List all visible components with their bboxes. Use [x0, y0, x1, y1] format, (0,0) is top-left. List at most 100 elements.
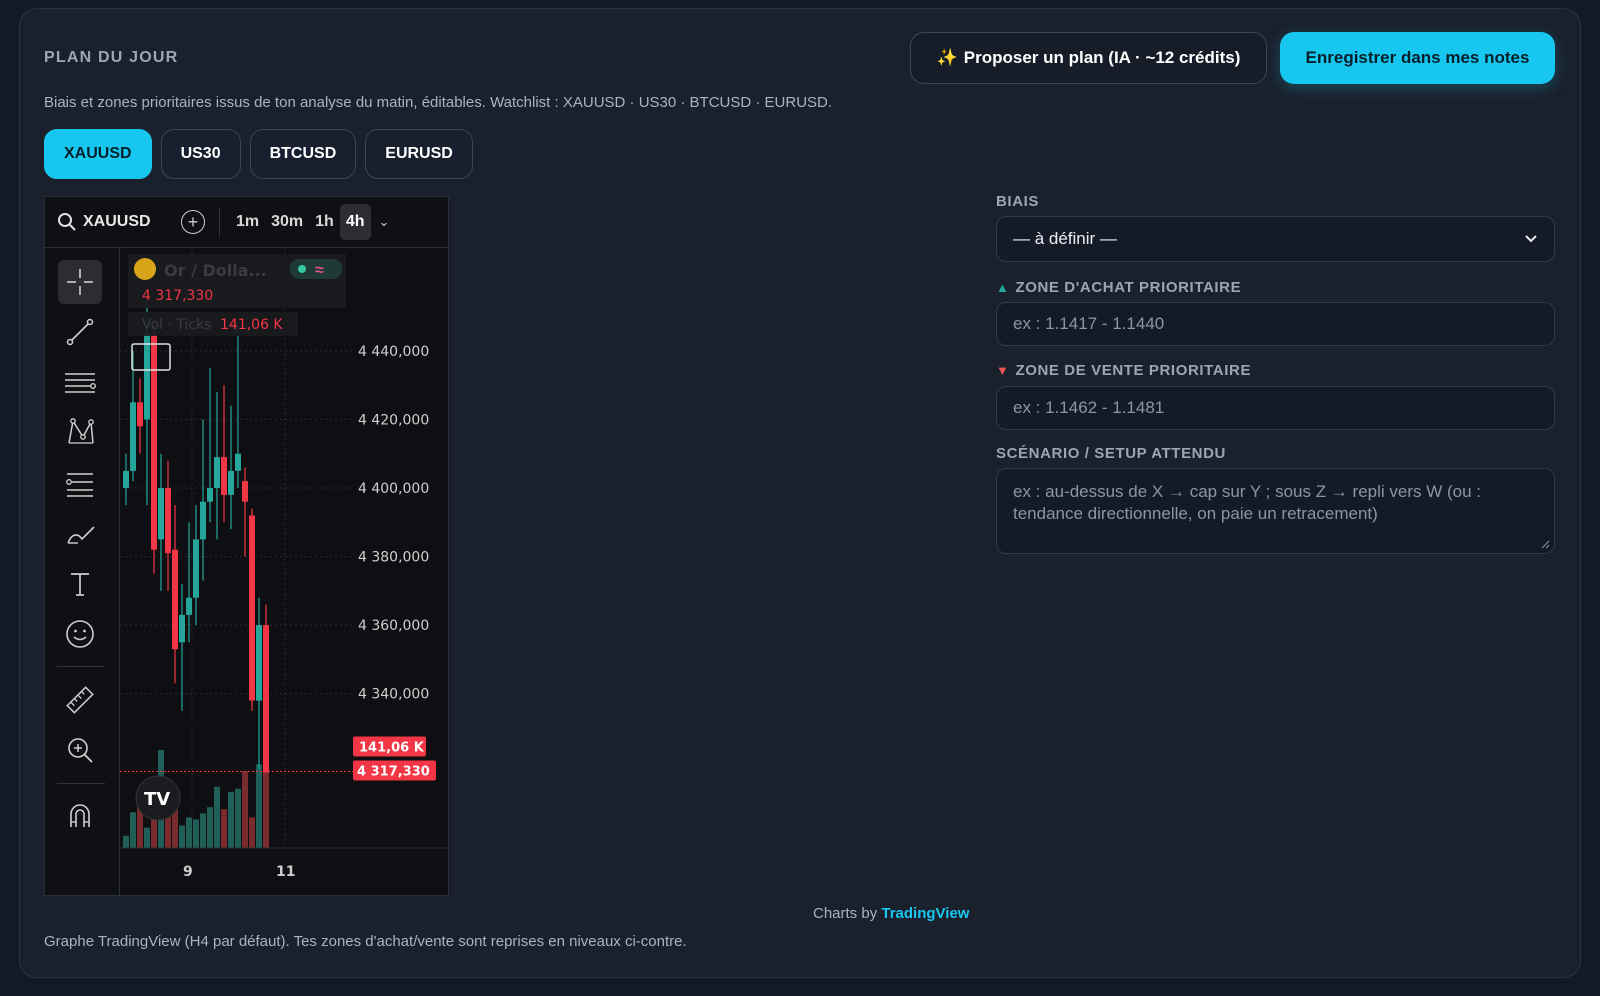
- candle-body: [165, 488, 171, 554]
- price-chart[interactable]: 4 440,000 4 420,000 4 400,000 4 380,000 4 36…: [120, 248, 449, 896]
- triangle-up-icon: ▲: [996, 280, 1010, 295]
- toolbar-divider: [57, 783, 105, 784]
- candle-body: [249, 515, 255, 701]
- drawing-toolbar: [45, 248, 120, 895]
- buy-zone-label-text: ZONE D'ACHAT PRIORITAIRE: [1015, 279, 1242, 296]
- tab-us30[interactable]: US30: [160, 129, 241, 179]
- candle-body: [263, 625, 269, 773]
- horizontal-lines-icon[interactable]: [58, 360, 102, 404]
- sell-zone-input[interactable]: ex : 1.1462 - 1.1481: [996, 386, 1555, 430]
- volume-bar: [228, 791, 234, 848]
- tab-eurusd[interactable]: EURUSD: [365, 129, 473, 179]
- y-tick-label: 4 340,000: [358, 687, 429, 703]
- volume-bar: [130, 812, 136, 848]
- toolbar-divider: [57, 666, 105, 667]
- buy-zone-input[interactable]: ex : 1.1417 - 1.1440: [996, 302, 1555, 346]
- wave-icon: ≈: [315, 262, 324, 279]
- scenario-textarea[interactable]: ex : au-dessus de X → cap sur Y ; sous Z…: [996, 468, 1555, 554]
- candle-body: [172, 549, 178, 650]
- timeframe-30m[interactable]: 30m: [265, 204, 309, 240]
- candle-body: [200, 501, 206, 540]
- scenario-placeholder: ex : au-dessus de X → cap sur Y ; sous Z…: [1013, 482, 1481, 523]
- volume-bar: [214, 786, 220, 848]
- volume-bar: [256, 764, 262, 848]
- candle-body: [207, 488, 213, 502]
- bias-label: BIAIS: [996, 193, 1040, 210]
- y-tick-label: 4 440,000: [358, 344, 429, 360]
- candle-body: [221, 457, 227, 495]
- candle-body: [228, 470, 234, 495]
- propose-plan-label: Proposer un plan (IA · ~12 crédits): [963, 48, 1241, 67]
- ruler-icon[interactable]: [58, 678, 102, 722]
- sell-zone-label: ▼ ZONE DE VENTE PRIORITAIRE: [996, 362, 1251, 379]
- fib-icon[interactable]: [58, 462, 102, 506]
- buy-zone-placeholder: ex : 1.1417 - 1.1440: [1013, 314, 1165, 333]
- magnet-icon[interactable]: [58, 794, 102, 838]
- candle-body: [235, 453, 241, 471]
- triangle-down-icon: ▼: [996, 363, 1010, 378]
- timeframe-1h[interactable]: 1h: [309, 204, 340, 240]
- resize-handle-icon[interactable]: [1540, 539, 1550, 549]
- chevron-down-icon: [1525, 235, 1537, 243]
- sell-zone-placeholder: ex : 1.1462 - 1.1481: [1013, 398, 1165, 417]
- scenario-label: SCÉNARIO / SETUP ATTENDU: [996, 445, 1226, 462]
- page-title: PLAN DU JOUR: [44, 49, 179, 66]
- volume-bar: [249, 817, 255, 848]
- compare-plus-icon[interactable]: +: [181, 210, 205, 234]
- emoji-icon[interactable]: [58, 612, 102, 656]
- legend-volume: 141,06 K: [220, 317, 283, 333]
- candle-body: [256, 625, 262, 701]
- x-tick-label: 9: [183, 864, 193, 880]
- symbol-name: XAUUSD: [83, 213, 151, 230]
- volume-bar: [186, 817, 192, 848]
- credits-prefix: Charts by: [813, 905, 878, 922]
- pattern-icon[interactable]: [58, 410, 102, 454]
- toolbar-divider: [219, 207, 220, 237]
- brush-icon[interactable]: [58, 512, 102, 556]
- volume-bar: [207, 807, 213, 848]
- legend-name: Or / Dolla...: [164, 261, 267, 280]
- volume-bar: [200, 813, 206, 848]
- chart-toolbar: XAUUSD + 1m 30m 1h 4h ⌄: [45, 197, 448, 248]
- chevron-down-icon[interactable]: ⌄: [379, 214, 390, 230]
- tab-xauusd[interactable]: XAUUSD: [44, 129, 152, 179]
- volume-bar: [123, 835, 129, 848]
- chart-credits: Charts by TradingView: [813, 905, 969, 922]
- x-tick-label: 11: [276, 864, 295, 880]
- tab-btcusd[interactable]: BTCUSD: [249, 129, 357, 179]
- volume-bar: [242, 771, 248, 848]
- tradingview-widget[interactable]: XAUUSD + 1m 30m 1h 4h ⌄ 4 440,000 4 420,…: [44, 196, 449, 896]
- trend-line-icon[interactable]: [58, 310, 102, 354]
- candle-body: [242, 481, 248, 502]
- volume-bar: [144, 827, 150, 848]
- candle-body: [137, 402, 143, 427]
- search-icon: [58, 213, 76, 231]
- symbol-search[interactable]: XAUUSD: [57, 212, 177, 232]
- candle-body: [158, 488, 164, 540]
- timeframe-1m[interactable]: 1m: [230, 204, 265, 240]
- volume-bar: [235, 788, 241, 848]
- bias-select[interactable]: — à définir —: [996, 216, 1555, 262]
- chart-svg[interactable]: 4 440,000 4 420,000 4 400,000 4 380,000 4 36…: [120, 248, 449, 896]
- save-notes-button[interactable]: Enregistrer dans mes notes: [1280, 32, 1555, 84]
- sparkles-icon: ✨: [936, 48, 958, 67]
- crosshair-icon[interactable]: [58, 260, 102, 304]
- timeframe-4h[interactable]: 4h: [339, 204, 371, 240]
- y-tick-label: 4 420,000: [358, 412, 429, 428]
- symbol-tabs: XAUUSD US30 BTCUSD EURUSD: [44, 129, 473, 179]
- text-icon[interactable]: [58, 562, 102, 606]
- volume-bar: [172, 809, 178, 848]
- volume-bar: [179, 825, 185, 848]
- market-open-dot: [298, 265, 306, 273]
- candle-body: [123, 470, 129, 488]
- zoom-in-icon[interactable]: [58, 728, 102, 772]
- tradingview-logo-mark: TV: [144, 789, 170, 810]
- candle-body: [151, 333, 157, 550]
- candle-body: [214, 457, 220, 488]
- tradingview-link[interactable]: TradingView: [881, 905, 969, 922]
- propose-plan-button[interactable]: ✨ Proposer un plan (IA · ~12 crédits): [910, 32, 1267, 84]
- legend-price: 4 317,330: [142, 288, 213, 304]
- page-subtitle: Biais et zones prioritaires issus de ton…: [44, 94, 833, 111]
- legend-volume-label: Vol · Ticks: [142, 317, 211, 333]
- y-tick-label: 4 400,000: [358, 481, 429, 497]
